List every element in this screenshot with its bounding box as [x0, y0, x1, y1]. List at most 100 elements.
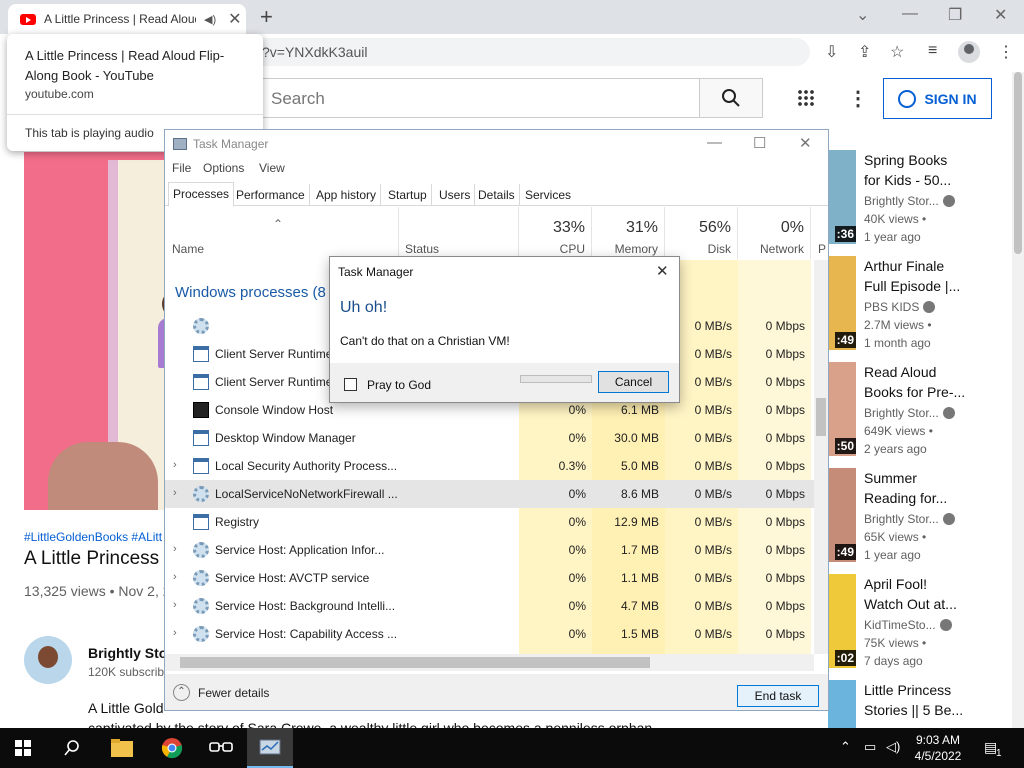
fewer-details-link[interactable]: Fewer details [198, 686, 269, 700]
tab-details[interactable]: Details [474, 184, 520, 206]
column-name[interactable]: Name [165, 207, 399, 259]
suggestion-thumbnail[interactable]: :49 [828, 468, 856, 562]
share-icon[interactable]: ⇪ [858, 42, 871, 62]
task-manager-taskbar-button[interactable] [247, 728, 293, 768]
dialog-close-icon[interactable]: ✕ [656, 262, 669, 280]
process-row[interactable]: › LocalServiceNoNetworkFirewall ... 0% 8.6 … [165, 480, 814, 508]
taskbar-clock[interactable]: 9:03 AM 4/5/2022 [906, 732, 970, 764]
tab-performance[interactable]: Performance [232, 184, 310, 206]
channel-name[interactable]: Brightly Stor [88, 645, 173, 661]
process-list-vscroll[interactable] [814, 260, 828, 654]
suggestion-title[interactable]: Read Aloud Books for Pre-... [864, 362, 1006, 402]
suggestion-thumbnail[interactable]: :02 [828, 574, 856, 668]
page-scrollbar[interactable] [1012, 72, 1024, 728]
suggestion-channel[interactable]: Brightly Stor... [864, 406, 955, 420]
browser-tab[interactable]: A Little Princess | Read Aloud ◀︎) ✕ [8, 4, 246, 34]
suggestion-title[interactable]: April Fool! Watch Out at... [864, 574, 1006, 614]
column-status[interactable]: Status [399, 207, 519, 259]
suggestion-channel[interactable]: Brightly Stor... [864, 194, 955, 208]
suggestion-channel[interactable]: Brightly Stor... [864, 512, 955, 526]
suggestion-card[interactable]: :50 Read Aloud Books for Pre-... Brightly … [828, 362, 1008, 468]
install-icon[interactable]: ⇩ [825, 42, 838, 62]
expand-chevron-icon[interactable]: › [173, 571, 177, 583]
tab-processes[interactable]: Processes [168, 182, 235, 207]
suggestion-channel[interactable]: KidTimeSto... [864, 618, 952, 632]
process-row[interactable]: › Service Host: AVCTP service 0% 1.1 MB 0 MB… [165, 564, 814, 592]
process-row[interactable]: › Service Host: Application Infor... 0% 1.7… [165, 536, 814, 564]
menu-file[interactable]: File [172, 161, 191, 175]
profile-avatar-icon[interactable] [958, 41, 980, 63]
process-list-hscroll[interactable] [165, 654, 814, 671]
suggestion-card[interactable]: :02 April Fool! Watch Out at... KidTimeSto… [828, 574, 1008, 680]
tm-maximize-button[interactable]: ☐ [753, 134, 766, 152]
tab-startup[interactable]: Startup [384, 184, 432, 206]
tab-search-icon[interactable]: ⌄ [856, 5, 869, 25]
cancel-button[interactable]: Cancel [598, 371, 669, 393]
channel-avatar[interactable] [24, 636, 72, 684]
suggestion-thumbnail[interactable]: :36 [828, 150, 856, 244]
menu-options[interactable]: Options [203, 161, 244, 175]
suggestion-channel[interactable]: PBS KIDS [864, 300, 936, 314]
chrome-taskbar-button[interactable] [149, 728, 195, 768]
suggestion-title[interactable]: Little Princess Stories || 5 Be... [864, 680, 1006, 720]
tab-app-history[interactable]: App history [312, 184, 382, 206]
tab-users[interactable]: Users [435, 184, 476, 206]
volume-icon[interactable]: ◁) [886, 739, 900, 755]
bookmark-star-icon[interactable]: ☆ [890, 42, 904, 62]
menu-view[interactable]: View [259, 161, 285, 175]
group-header[interactable]: Windows processes (8 [175, 284, 326, 301]
end-task-button[interactable]: End task [737, 685, 819, 707]
expand-chevron-icon[interactable]: › [173, 599, 177, 611]
pray-checkbox[interactable] [344, 378, 357, 391]
network-icon[interactable]: ▭ [864, 739, 876, 755]
taskbar-search-button[interactable] [49, 728, 95, 768]
expand-chevron-icon[interactable]: › [173, 459, 177, 471]
suggestion-thumbnail[interactable]: :50 [828, 362, 856, 456]
file-explorer-button[interactable] [99, 728, 145, 768]
hscroll-thumb[interactable] [180, 657, 650, 668]
snipping-tool-button[interactable] [198, 728, 244, 768]
suggestion-card[interactable]: :49 Arthur Finale Full Episode |... PBS KI… [828, 256, 1008, 362]
column-cpu[interactable]: 33% CPU [519, 207, 592, 259]
process-row[interactable]: › Service Host: Capability Access ... 0% 1.… [165, 620, 814, 648]
omnibox[interactable]: ?v=YNXdkK3auil [250, 38, 810, 66]
column-network[interactable]: 0% Network [738, 207, 811, 259]
youtube-search-input[interactable]: Search [262, 78, 700, 118]
suggestion-card[interactable]: :49 Summer Reading for... Brightly Stor...… [828, 468, 1008, 574]
chevron-up-icon[interactable]: ⌃ [173, 684, 190, 701]
suggestion-title[interactable]: Arthur Finale Full Episode |... [864, 256, 1006, 296]
restore-button[interactable]: ❐ [948, 5, 962, 25]
expand-chevron-icon[interactable]: › [173, 543, 177, 555]
settings-more-icon[interactable]: ⋮ [848, 86, 868, 111]
expand-chevron-icon[interactable]: › [173, 627, 177, 639]
close-window-button[interactable]: ✕ [994, 5, 1007, 25]
video-hashtags[interactable]: #LittleGoldenBooks #ALitt [24, 530, 162, 544]
task-manager-titlebar[interactable]: Task Manager — ☐ ✕ [165, 130, 828, 158]
process-row[interactable]: › Service Host: Background Intelli... 0% 4.… [165, 592, 814, 620]
minimize-button[interactable]: — [902, 5, 918, 23]
vscroll-thumb[interactable] [816, 398, 826, 436]
process-row[interactable]: › Local Security Authority Process... 0.3%… [165, 452, 814, 480]
expand-chevron-icon[interactable]: › [173, 487, 177, 499]
tab-services[interactable]: Services [521, 184, 575, 206]
sign-in-button[interactable]: SIGN IN [883, 78, 992, 119]
column-disk[interactable]: 56% Disk [665, 207, 738, 259]
pray-checkbox-label[interactable]: Pray to God [367, 378, 431, 392]
new-tab-button[interactable]: + [260, 4, 273, 30]
column-memory[interactable]: 31% Memory [592, 207, 665, 259]
suggestion-title[interactable]: Spring Books for Kids - 50... [864, 150, 1006, 190]
tm-minimize-button[interactable]: — [707, 134, 722, 151]
process-row[interactable]: Desktop Window Manager 0% 30.0 MB 0 MB/s 0 M… [165, 424, 814, 452]
suggestion-card[interactable]: :36 Spring Books for Kids - 50... Brightly… [828, 150, 1008, 256]
apps-grid-icon[interactable] [797, 89, 815, 107]
column-power[interactable]: P [811, 207, 828, 259]
chrome-menu-icon[interactable]: ⋮ [998, 42, 1014, 62]
show-hidden-icons-icon[interactable]: ⌃ [840, 739, 851, 755]
suggestion-title[interactable]: Summer Reading for... [864, 468, 1006, 508]
start-button[interactable] [0, 728, 46, 768]
page-scrollbar-thumb[interactable] [1014, 72, 1022, 254]
process-row[interactable]: Registry 0% 12.9 MB 0 MB/s 0 Mbps [165, 508, 814, 536]
speaker-icon[interactable]: ◀︎) [204, 13, 216, 26]
tm-close-button[interactable]: ✕ [799, 134, 812, 152]
youtube-search-button[interactable] [699, 78, 763, 118]
